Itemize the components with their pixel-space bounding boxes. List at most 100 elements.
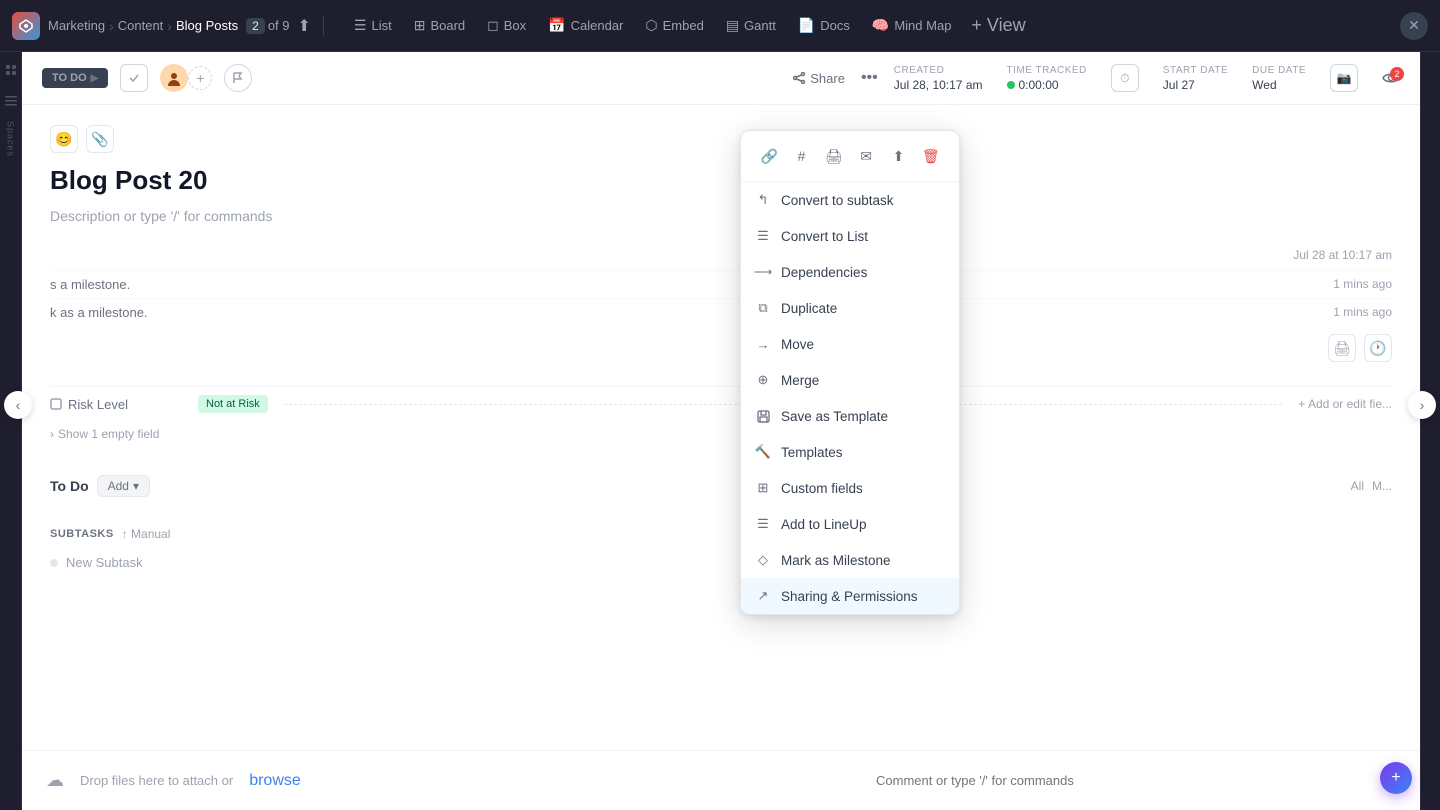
add-assignee-button[interactable]: +: [188, 66, 212, 90]
flag-button[interactable]: [224, 64, 252, 92]
move-label: Move: [781, 337, 814, 352]
tab-gantt[interactable]: ▤ Gantt: [716, 12, 786, 39]
tab-docs[interactable]: 📄 Docs: [788, 12, 860, 39]
custom-fields-label: Custom fields: [781, 481, 863, 496]
merge-item[interactable]: ⊕ Merge: [741, 362, 959, 398]
delete-icon[interactable]: 🗑: [916, 141, 946, 171]
complete-button[interactable]: [120, 64, 148, 92]
sidebar-menu-icon[interactable]: [1, 91, 21, 113]
tab-list[interactable]: ☰ List: [344, 12, 402, 39]
start-date-meta: START DATE Jul 27: [1163, 65, 1228, 92]
add-view-btn[interactable]: + View: [963, 11, 1033, 40]
templates-item[interactable]: 🔨 Templates: [741, 434, 959, 470]
watcher-count: 2: [1390, 67, 1404, 81]
tab-calendar[interactable]: 📅 Calendar: [538, 12, 633, 39]
todo-title: To Do: [50, 478, 89, 494]
sort-icon: ↑ Manual: [122, 527, 171, 541]
sidebar-spaces-icon[interactable]: [1, 60, 21, 83]
export-icon[interactable]: ⬆: [883, 141, 913, 171]
due-date-label: DUE DATE: [1252, 65, 1306, 76]
mark-milestone-label: Mark as Milestone: [781, 553, 891, 568]
spaces-label[interactable]: Spaces: [6, 121, 16, 157]
tab-mindmap[interactable]: 🧠 Mind Map: [862, 12, 962, 39]
prev-task-button[interactable]: ‹: [4, 391, 32, 419]
tab-board[interactable]: ⊞ Board: [404, 12, 475, 39]
print-menu-icon[interactable]: 🖨: [819, 141, 849, 171]
breadcrumb-marketing[interactable]: Marketing: [48, 18, 105, 33]
link-icon[interactable]: 🔗: [754, 141, 784, 171]
todo-all[interactable]: All: [1351, 479, 1364, 493]
breadcrumb-blog-posts[interactable]: Blog Posts: [176, 18, 238, 33]
custom-fields-icon: ⊞: [755, 480, 771, 496]
add-lineup-icon: ☰: [755, 516, 771, 532]
risk-level-field: Risk Level Not at Risk + Add or edit fie…: [50, 386, 1392, 421]
breadcrumb-content[interactable]: Content: [118, 18, 164, 33]
manual-sort-button[interactable]: ↑ Manual: [122, 527, 171, 541]
mark-milestone-item[interactable]: ◇ Mark as Milestone: [741, 542, 959, 578]
activity-text-1: k as a milestone.: [50, 305, 148, 320]
duplicate-item[interactable]: ⧉ Duplicate: [741, 290, 959, 326]
convert-subtask-label: Convert to subtask: [781, 193, 894, 208]
task-toolbar: 😊 📎: [50, 125, 1392, 153]
add-label: Add: [108, 479, 129, 493]
share-button[interactable]: Share: [793, 71, 845, 86]
nav-current-num: 2: [246, 18, 265, 34]
subtasks-label: SUBTASKS: [50, 528, 114, 540]
hash-icon[interactable]: #: [786, 141, 816, 171]
task-title: Blog Post 20: [50, 165, 1392, 196]
save-template-icon: [755, 408, 771, 424]
time-tracked-value: 0:00:00: [1019, 78, 1059, 92]
next-task-button[interactable]: ›: [1408, 391, 1436, 419]
show-empty-button[interactable]: › Show 1 empty field: [50, 427, 1392, 441]
convert-list-item[interactable]: ☰ Convert to List: [741, 218, 959, 254]
new-subtask-input[interactable]: New Subtask: [66, 555, 143, 570]
todo-section: To Do Add ▾ All M...: [22, 463, 1420, 519]
context-menu: 🔗 # 🖨 ✉ ⬆ 🗑 ↰ Convert to subtask ☰ Conve…: [740, 130, 960, 615]
emoji-button[interactable]: 😊: [50, 125, 78, 153]
add-field-btn[interactable]: + Add or edit fie...: [1298, 397, 1392, 411]
add-lineup-item[interactable]: ☰ Add to LineUp: [741, 506, 959, 542]
browse-link[interactable]: browse: [249, 772, 301, 790]
convert-subtask-item[interactable]: ↰ Convert to subtask: [741, 182, 959, 218]
status-badge[interactable]: TO DO ▶: [42, 68, 108, 88]
start-date-value: Jul 27: [1163, 78, 1228, 92]
tab-board-label: Board: [430, 18, 465, 33]
close-button[interactable]: ✕: [1400, 12, 1428, 40]
app-logo[interactable]: [12, 12, 40, 40]
assignee-avatar[interactable]: [160, 64, 188, 92]
merge-icon: ⊕: [755, 372, 771, 388]
tab-embed[interactable]: ⬡ Embed: [635, 12, 713, 39]
sharing-permissions-item[interactable]: ↗ Sharing & Permissions: [741, 578, 959, 614]
save-template-item[interactable]: Save as Template: [741, 398, 959, 434]
attachment-button[interactable]: 📎: [86, 125, 114, 153]
history-button[interactable]: 🕐: [1364, 334, 1392, 362]
fab-button[interactable]: +: [1380, 762, 1412, 794]
breadcrumb-sep-1: ›: [109, 18, 114, 34]
timer-icon[interactable]: ⏱: [1111, 64, 1139, 92]
templates-label: Templates: [781, 445, 843, 460]
custom-fields-item[interactable]: ⊞ Custom fields: [741, 470, 959, 506]
duplicate-icon: ⧉: [755, 300, 771, 316]
task-actions-row: 🖨 🕐: [22, 326, 1420, 370]
risk-value[interactable]: Not at Risk: [198, 395, 268, 413]
tab-calendar-label: Calendar: [571, 18, 624, 33]
mindmap-tab-icon: 🧠: [872, 17, 889, 34]
watchers-button[interactable]: 2: [1382, 71, 1400, 85]
time-tracked-meta: TIME TRACKED 0:00:00: [1007, 65, 1087, 92]
activity-date: Jul 28 at 10:17 am: [1293, 248, 1392, 262]
time-tracked-label: TIME TRACKED: [1007, 65, 1087, 76]
nav-forward-icon[interactable]: ⬆: [298, 16, 311, 36]
email-icon[interactable]: ✉: [851, 141, 881, 171]
dependencies-item[interactable]: ⟶ Dependencies: [741, 254, 959, 290]
video-icon[interactable]: 📷: [1330, 64, 1358, 92]
add-task-button[interactable]: Add ▾: [97, 475, 150, 497]
tab-box[interactable]: ◻ Box: [477, 12, 536, 39]
breadcrumb-sep-2: ›: [167, 18, 172, 34]
move-item[interactable]: → Move: [741, 326, 959, 362]
comment-input[interactable]: [864, 765, 1364, 796]
task-description[interactable]: Description or type '/' for commands: [50, 208, 1392, 224]
print-button[interactable]: 🖨: [1328, 334, 1356, 362]
board-tab-icon: ⊞: [414, 17, 426, 34]
todo-more[interactable]: M...: [1372, 479, 1392, 493]
more-options-button[interactable]: •••: [857, 65, 882, 91]
